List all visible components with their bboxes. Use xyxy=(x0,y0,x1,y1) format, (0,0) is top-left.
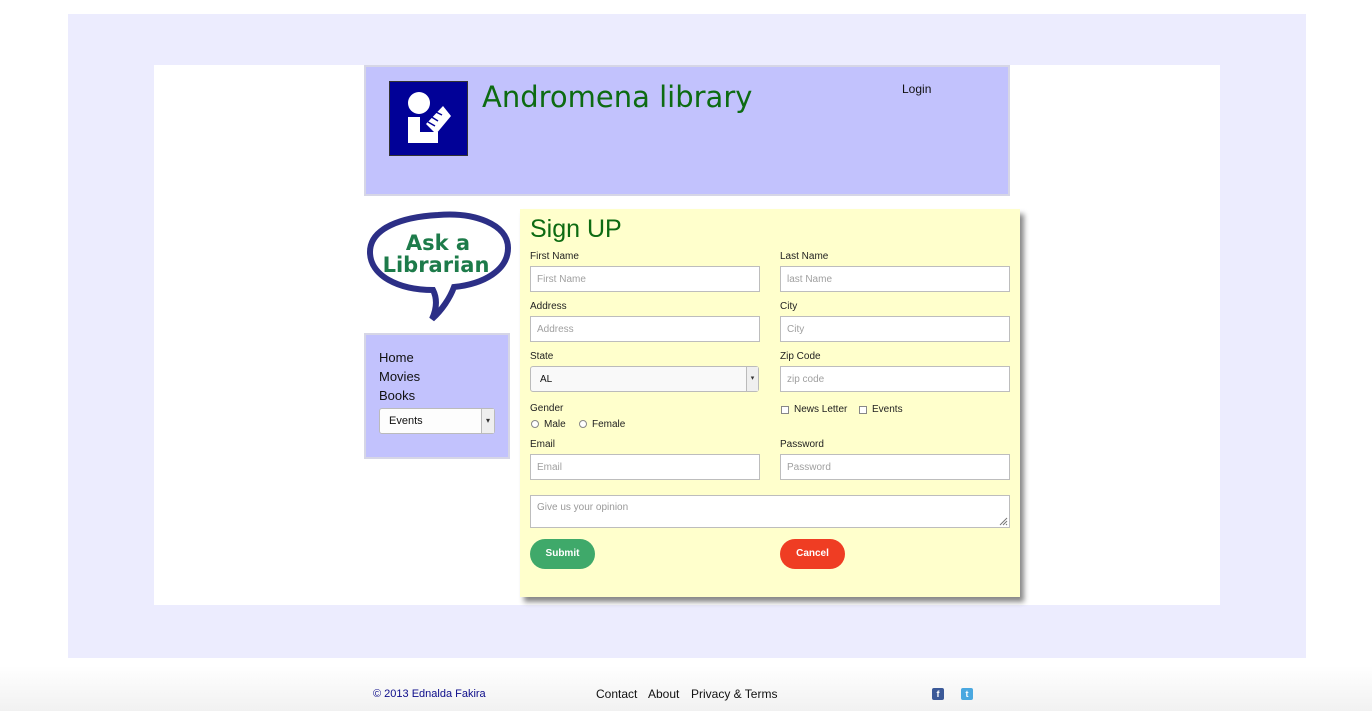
newsletter-checkbox[interactable] xyxy=(781,406,789,414)
nav-item-home[interactable]: Home xyxy=(379,350,414,365)
ask-line-1: Ask a xyxy=(406,231,470,255)
city-field[interactable]: City xyxy=(780,316,1010,342)
last-name-label: Last Name xyxy=(780,251,829,262)
chevron-down-icon: ▾ xyxy=(481,409,494,433)
state-select-value: AL xyxy=(540,374,553,385)
city-label: City xyxy=(780,301,798,312)
gender-label: Gender xyxy=(530,403,564,414)
footer-link-contact[interactable]: Contact xyxy=(596,687,637,701)
nav-item-movies[interactable]: Movies xyxy=(379,369,420,384)
twitter-icon[interactable]: t xyxy=(961,688,973,700)
chevron-down-icon: ▾ xyxy=(746,367,758,391)
submit-button[interactable]: Submit xyxy=(530,539,595,569)
address-label: Address xyxy=(530,301,567,312)
reading-person-icon[interactable] xyxy=(389,81,468,156)
footer-link-about[interactable]: About xyxy=(648,687,679,701)
resize-grip-icon[interactable] xyxy=(998,516,1008,526)
first-name-label: First Name xyxy=(530,251,579,262)
email-label: Email xyxy=(530,439,556,450)
login-link[interactable]: Login xyxy=(902,82,931,96)
cancel-button[interactable]: Cancel xyxy=(780,539,845,569)
events-checkbox[interactable] xyxy=(859,406,867,414)
signup-form: Sign UP First Name First Name Last Name … xyxy=(520,209,1020,597)
events-checkbox-label: Events xyxy=(872,404,903,415)
gender-female-label: Female xyxy=(592,419,626,430)
ask-line-2: Librarian xyxy=(383,253,490,277)
newsletter-label: News Letter xyxy=(794,404,848,415)
last-name-field[interactable]: last Name xyxy=(780,266,1010,292)
nav-item-books[interactable]: Books xyxy=(379,388,415,403)
footer-link-privacy[interactable]: Privacy & Terms xyxy=(691,687,777,701)
events-select-value: Events xyxy=(389,415,423,427)
password-field[interactable]: Password xyxy=(780,454,1010,480)
footer xyxy=(0,666,1372,711)
form-title: Sign UP xyxy=(530,215,622,243)
events-select[interactable]: Events ▾ xyxy=(379,408,495,434)
gender-male-radio[interactable] xyxy=(531,420,539,428)
state-select[interactable]: AL ▾ xyxy=(530,366,759,392)
email-field[interactable]: Email xyxy=(530,454,760,480)
first-name-field[interactable]: First Name xyxy=(530,266,760,292)
password-label: Password xyxy=(780,439,824,450)
zip-code-label: Zip Code xyxy=(780,351,821,362)
facebook-icon[interactable]: f xyxy=(932,688,944,700)
site-title: Andromena library xyxy=(482,80,753,114)
state-label: State xyxy=(530,351,554,362)
gender-female-radio[interactable] xyxy=(579,420,587,428)
copyright: © 2013 Ednalda Fakira xyxy=(373,688,486,700)
sidebar-nav: Home Movies Books Events ▾ xyxy=(364,333,510,459)
zip-code-field[interactable]: zip code xyxy=(780,366,1010,392)
opinion-placeholder: Give us your opinion xyxy=(537,502,629,513)
ask-a-librarian-badge[interactable]: Ask a Librarian xyxy=(366,210,512,329)
gender-male-label: Male xyxy=(544,419,566,430)
address-field[interactable]: Address xyxy=(530,316,760,342)
opinion-textarea[interactable]: Give us your opinion xyxy=(530,495,1010,528)
